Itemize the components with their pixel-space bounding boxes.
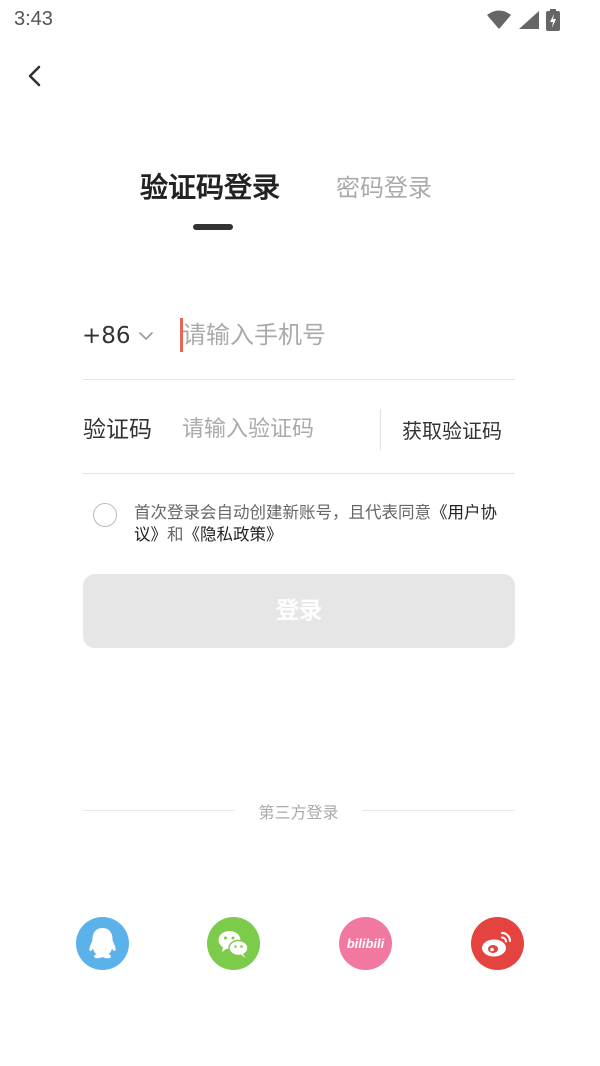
svg-text:bilibili: bilibili [347,936,385,951]
vertical-divider [380,409,381,450]
agreement-text: 首次登录会自动创建新账号，且代表同意《用户协议》和《隐私政策》 [134,502,506,546]
login-button[interactable]: 登录 [83,574,515,648]
tab-sms-login[interactable]: 验证码登录 [140,168,280,208]
qq-icon [89,928,116,959]
divider [83,473,515,474]
bilibili-icon: bilibili [347,936,385,951]
divider [83,810,235,811]
divider [83,379,515,380]
privacy-policy-link[interactable]: 《隐私政策》 [184,525,283,544]
weibo-login-button[interactable] [471,917,524,970]
agreement-prefix: 首次登录会自动创建新账号，且代表同意 [134,503,431,522]
weibo-icon [482,931,512,957]
wifi-icon [487,10,511,29]
agreement-conjunction: 和 [167,525,184,544]
verification-code-input[interactable] [182,408,372,450]
divider [362,810,515,811]
cell-signal-icon [519,11,539,29]
status-time: 3:43 [14,8,53,30]
chevron-down-icon [138,332,153,341]
country-code-value: +86 [82,323,131,349]
verification-label: 验证码 [83,417,152,443]
get-code-button[interactable]: 获取验证码 [402,414,502,448]
battery-icon [546,9,560,31]
chevron-left-icon [28,65,41,87]
bilibili-login-button[interactable]: bilibili [339,917,392,970]
back-button[interactable] [22,62,50,90]
qq-login-button[interactable] [76,917,129,970]
tab-password-login[interactable]: 密码登录 [336,168,432,208]
text-cursor [180,318,183,352]
agreement-checkbox[interactable] [93,503,117,527]
wechat-login-button[interactable] [207,917,260,970]
third-party-login-label: 第三方登录 [258,803,339,822]
tab-indicator [193,224,233,230]
wechat-icon [218,931,249,958]
status-icons [486,8,560,32]
phone-input[interactable] [182,314,502,356]
country-code-selector[interactable]: +86 [82,318,155,354]
